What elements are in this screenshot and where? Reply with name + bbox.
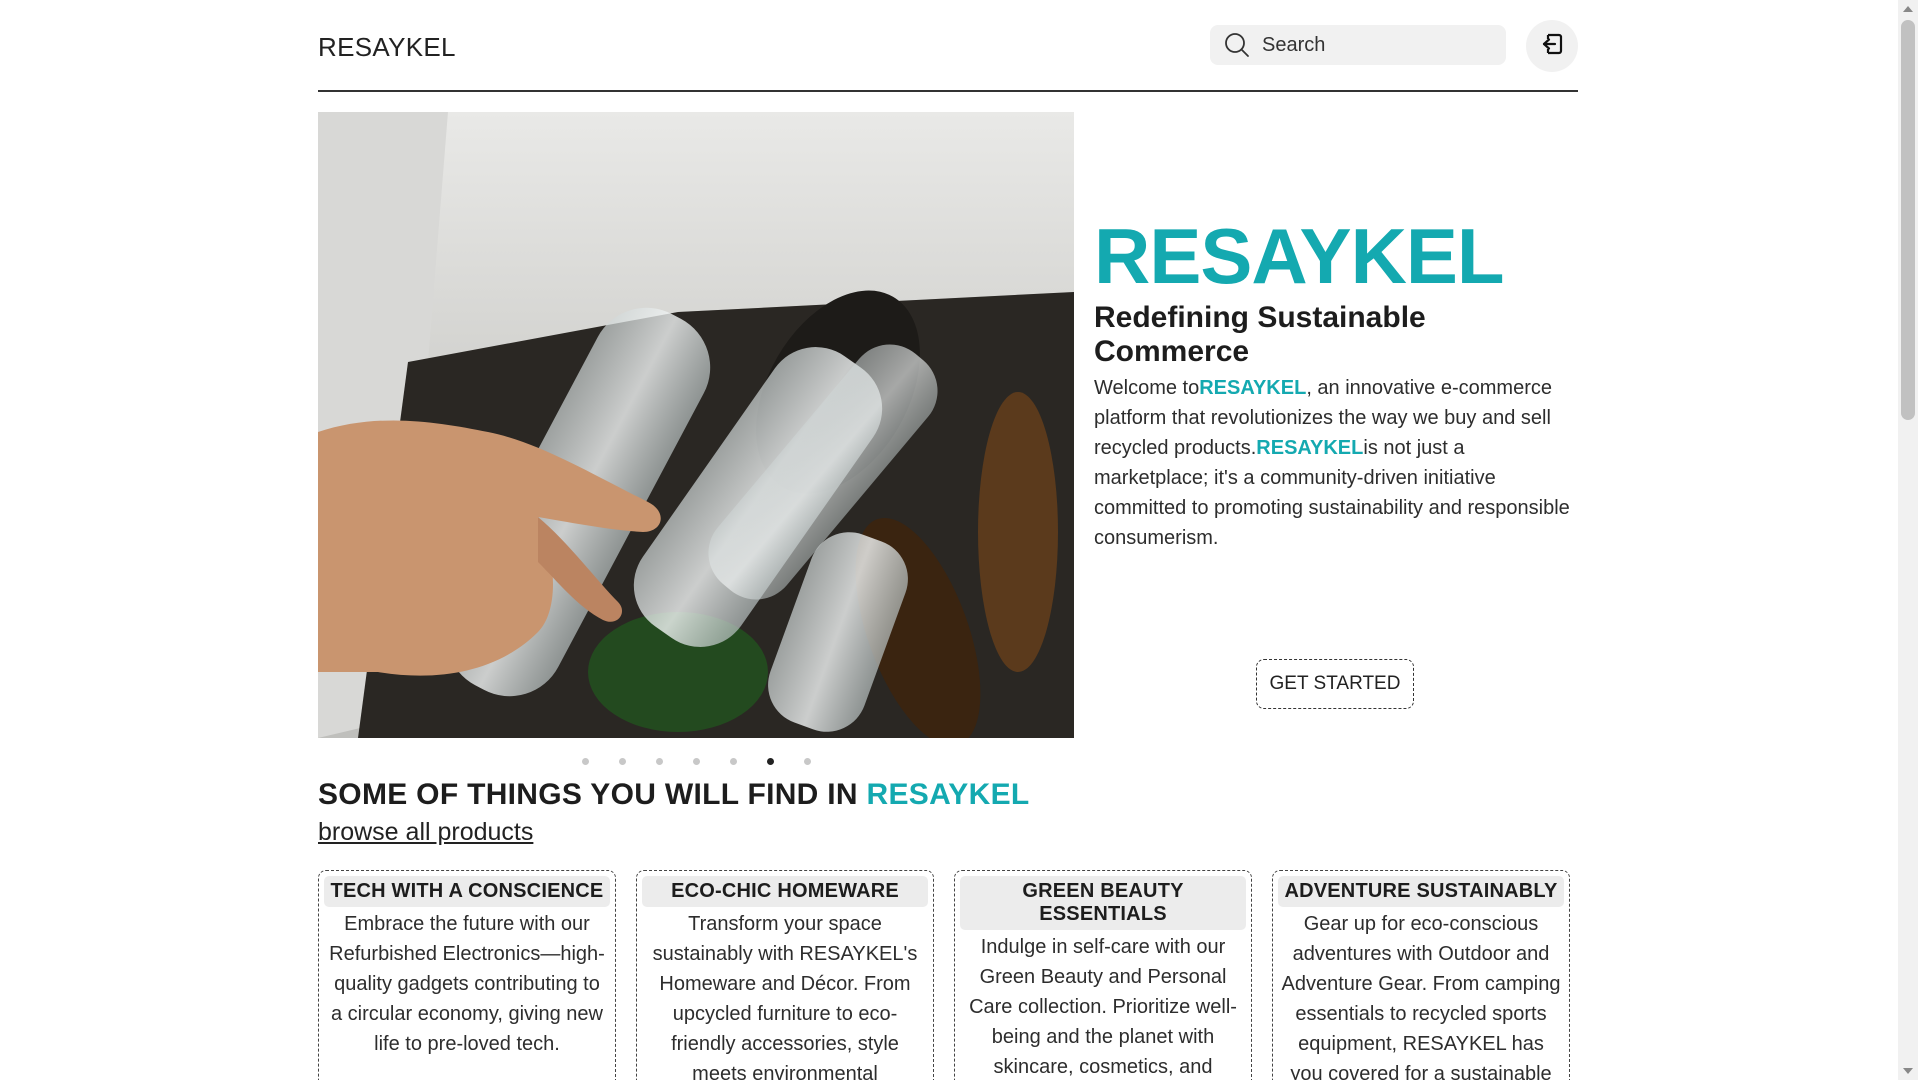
section-title-highlight: RESAYKEL (866, 778, 1030, 811)
carousel-dot[interactable] (618, 758, 626, 765)
category-card[interactable]: ECO-CHIC HOMEWARE Transform your space s… (636, 870, 934, 1080)
carousel-dot[interactable] (655, 758, 663, 765)
category-card[interactable]: TECH WITH A CONSCIENCE Embrace the futur… (318, 870, 616, 1080)
get-started-button[interactable]: GET STARTED (1256, 659, 1414, 709)
scroll-up-arrow-icon[interactable] (1903, 6, 1913, 12)
main-container: RESAYKEL Search RESAYKEL Redefining Sust… (318, 0, 1578, 1080)
card-body: Gear up for eco-conscious adventures wit… (1281, 913, 1561, 1080)
search-input[interactable] (1260, 32, 1494, 58)
carousel-dot[interactable] (581, 758, 589, 765)
page-scrollbar[interactable] (1898, 0, 1918, 1080)
card-body: Transform your space sustainably with RE… (652, 913, 918, 1080)
brand-logo[interactable]: RESAYKEL (318, 32, 456, 63)
card-title: ADVENTURE SUSTAINABLY (1278, 876, 1564, 907)
search-icon[interactable] (1220, 28, 1254, 62)
hero-text: RESAYKEL Redefining Sustainable Commerce… (1094, 212, 1584, 709)
desc-brand-2: RESAYKEL (1256, 437, 1364, 459)
card-title: GREEN BEAUTY ESSENTIALS (960, 876, 1246, 930)
carousel-dot[interactable] (803, 758, 811, 765)
logout-icon (1539, 31, 1565, 62)
desc-welcome: Welcome to (1094, 377, 1200, 399)
browse-all-products-link[interactable]: browse all products (318, 818, 533, 847)
card-title: ECO-CHIC HOMEWARE (642, 876, 928, 907)
hero-title: RESAYKEL (1094, 212, 1505, 300)
carousel-dot[interactable] (729, 758, 737, 765)
category-card[interactable]: GREEN BEAUTY ESSENTIALS Indulge in self-… (954, 870, 1252, 1080)
hero-description: Welcome toRESAYKEL, an innovative e-comm… (1094, 373, 1584, 553)
card-title: TECH WITH A CONSCIENCE (324, 876, 610, 907)
section-title-prefix: SOME OF THINGS YOU WILL FIND IN (318, 778, 867, 811)
logout-button[interactable] (1526, 20, 1578, 72)
card-body: Embrace the future with our Refurbished … (329, 913, 605, 1055)
carousel-dot-active[interactable] (766, 758, 774, 765)
section-title: SOME OF THINGS YOU WILL FIND IN RESAYKEL (318, 778, 1030, 812)
category-card[interactable]: ADVENTURE SUSTAINABLY Gear up for eco-co… (1272, 870, 1570, 1080)
scroll-down-arrow-icon[interactable] (1903, 1068, 1913, 1074)
hero-image (318, 112, 1074, 738)
carousel-dot[interactable] (692, 758, 700, 765)
card-body: Indulge in self-care with our Green Beau… (969, 936, 1237, 1078)
category-cards: TECH WITH A CONSCIENCE Embrace the futur… (318, 870, 1580, 1080)
hero-subtitle: Redefining Sustainable Commerce (1094, 301, 1426, 368)
search-bar[interactable] (1210, 25, 1506, 65)
desc-brand-1: RESAYKEL (1199, 377, 1307, 399)
site-header: RESAYKEL (318, 0, 1578, 92)
hero-section: RESAYKEL Redefining Sustainable Commerce… (318, 92, 1578, 738)
scrollbar-thumb[interactable] (1901, 20, 1915, 420)
page: RESAYKEL Search RESAYKEL Redefining Sust… (0, 0, 1898, 1080)
carousel-indicators (318, 758, 1074, 765)
